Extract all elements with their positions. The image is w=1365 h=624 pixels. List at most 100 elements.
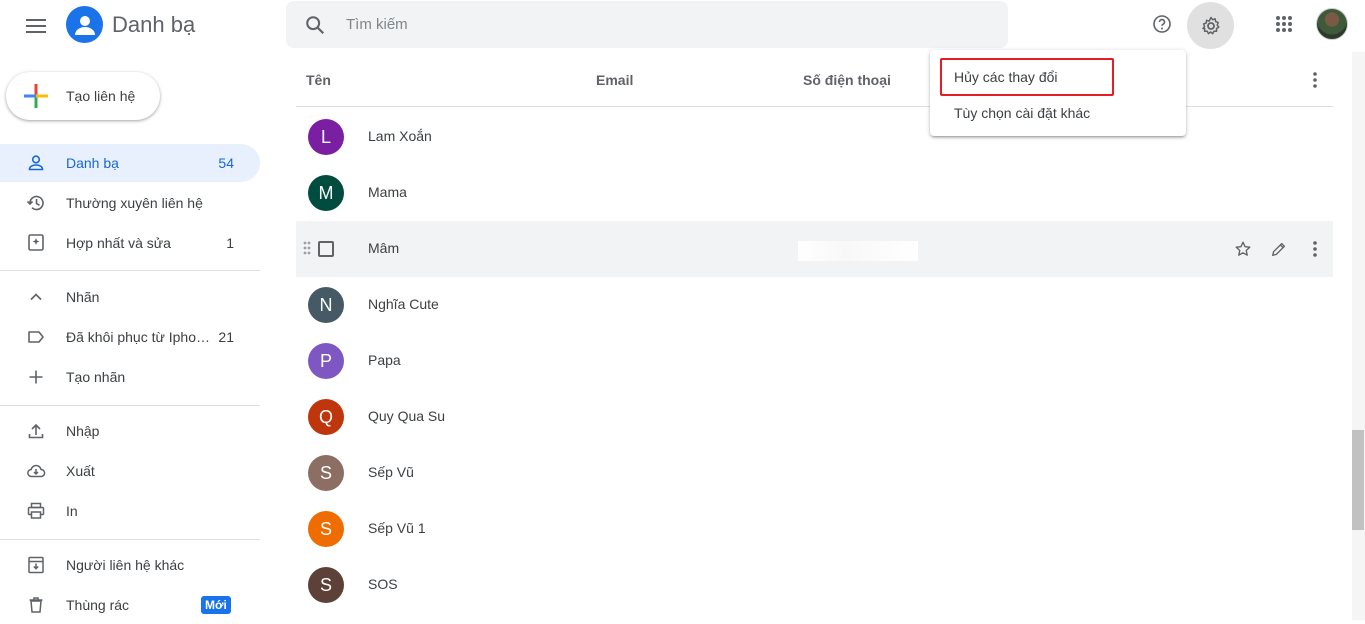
add-icon: [29, 370, 43, 384]
star-button[interactable]: [1231, 237, 1255, 261]
create-contact-button[interactable]: Tạo liên hệ: [6, 72, 160, 120]
table-row[interactable]: Q Quy Qua Su: [296, 389, 1333, 445]
menu-item-more-settings[interactable]: Tùy chọn cài đặt khác: [930, 96, 1186, 130]
sidebar-item-label: Thường xuyên liên hệ: [66, 195, 203, 211]
create-contact-label: Tạo liên hệ: [66, 88, 136, 104]
drag-handle-icon[interactable]: [303, 241, 311, 255]
contact-avatar: Q: [308, 399, 344, 435]
archive-icon: [28, 556, 44, 574]
edit-button[interactable]: [1267, 237, 1291, 261]
row-more-button[interactable]: [1303, 237, 1327, 261]
sidebar-item-frequent[interactable]: Thường xuyên liên hệ: [0, 184, 260, 222]
contact-avatar: M: [308, 175, 344, 211]
contact-name: Nghĩa Cute: [368, 296, 439, 312]
sidebar-item-merge-fix[interactable]: Hợp nhất và sửa 1: [0, 224, 260, 262]
sidebar-divider: [0, 405, 260, 406]
menu-item-label: Tùy chọn cài đặt khác: [954, 105, 1091, 121]
table-row[interactable]: S Sếp Vũ: [296, 445, 1333, 501]
table-row[interactable]: Mâm: [296, 221, 1333, 277]
search-icon[interactable]: [304, 14, 326, 36]
contact-name: Mâm: [368, 240, 400, 256]
label-icon: [28, 331, 44, 343]
sidebar-item-export[interactable]: Xuất: [0, 452, 260, 490]
table-row[interactable]: S SOS: [296, 557, 1333, 613]
sidebar-item-label: Tạo nhãn: [66, 369, 126, 385]
help-button[interactable]: [1146, 8, 1178, 40]
trash-icon: [29, 597, 43, 613]
sidebar-item-label: Nhãn: [66, 289, 100, 305]
contact-name: Sếp Vũ 1: [368, 520, 426, 536]
print-icon: [27, 502, 45, 519]
list-more-options-button[interactable]: [1303, 68, 1327, 92]
apps-button[interactable]: [1268, 8, 1300, 40]
contact-name: SOS: [368, 576, 398, 592]
menu-item-undo-changes[interactable]: Hủy các thay đổi: [930, 60, 1186, 94]
sidebar-item-print[interactable]: In: [0, 492, 260, 530]
sidebar-divider: [0, 270, 260, 271]
contact-avatar: L: [308, 119, 344, 155]
sidebar-item-contacts[interactable]: Danh bạ 54: [0, 144, 260, 182]
contact-name: Quy Qua Su: [368, 408, 446, 424]
scrollbar-thumb[interactable]: [1352, 430, 1364, 530]
upload-icon: [28, 423, 44, 439]
contact-name: Mama: [368, 184, 407, 200]
column-header-phone[interactable]: Số điện thoại: [803, 72, 891, 88]
contact-avatar: S: [308, 511, 344, 547]
account-avatar[interactable]: [1316, 8, 1348, 40]
main-menu-button[interactable]: [20, 10, 52, 42]
sidebar-item-create-label[interactable]: Tạo nhãn: [0, 358, 260, 396]
sidebar-item-labels-toggle[interactable]: Nhãn: [0, 278, 260, 316]
table-row[interactable]: M Mama: [296, 165, 1333, 221]
contact-avatar: N: [308, 287, 344, 323]
cloud-download-icon: [27, 464, 46, 478]
sidebar-item-label: Người liên hệ khác: [66, 557, 185, 573]
scrollbar-track[interactable]: [1352, 52, 1365, 620]
merge-count: 1: [226, 235, 234, 251]
contact-avatar: S: [308, 455, 344, 491]
sidebar-item-label: Danh bạ: [66, 155, 119, 171]
plus-icon: [24, 84, 48, 108]
table-row[interactable]: N Nghĩa Cute: [296, 277, 1333, 333]
sidebar-item-label: Nhập: [66, 423, 100, 439]
sidebar-item-label: Đã khôi phục từ Ipho…: [66, 329, 211, 345]
top-bar: Danh bạ: [0, 0, 1365, 52]
column-header-name[interactable]: Tên: [306, 72, 331, 88]
label-count: 21: [218, 329, 234, 345]
redacted-phone: [798, 241, 918, 261]
sidebar-item-label: In: [66, 503, 78, 519]
app-title[interactable]: Danh bạ: [112, 11, 195, 39]
sidebar-item-import[interactable]: Nhập: [0, 412, 260, 450]
table-row[interactable]: P Papa: [296, 333, 1333, 389]
more-vert-icon: [1313, 241, 1317, 257]
column-header-email[interactable]: Email: [596, 72, 633, 88]
sidebar-item-label: Xuất: [66, 463, 95, 479]
sidebar-item-label: Thùng rác: [66, 597, 130, 613]
help-icon: [1153, 15, 1171, 33]
settings-menu: Hủy các thay đổi Tùy chọn cài đặt khác: [930, 50, 1186, 136]
contact-avatar: P: [308, 343, 344, 379]
hamburger-menu-icon: [26, 19, 46, 33]
contacts-logo-icon[interactable]: [66, 6, 103, 43]
table-row[interactable]: S Sếp Vũ 1: [296, 501, 1333, 557]
more-vert-icon: [1313, 72, 1317, 88]
contact-avatar: S: [308, 567, 344, 603]
search-input[interactable]: [346, 1, 986, 48]
sidebar-item-other-contacts[interactable]: Người liên hệ khác: [0, 546, 260, 584]
settings-button[interactable]: [1187, 2, 1234, 49]
merge-icon: [28, 234, 44, 251]
apps-grid-icon: [1276, 16, 1292, 32]
contact-name: Papa: [368, 352, 401, 368]
pencil-icon: [1272, 242, 1286, 256]
new-badge: Mới: [201, 596, 231, 614]
person-icon: [28, 155, 44, 171]
row-checkbox[interactable]: [318, 241, 334, 257]
star-icon: [1235, 241, 1251, 256]
history-icon: [26, 195, 44, 211]
sidebar-divider: [0, 539, 260, 540]
contact-name: Lam Xoắn: [368, 128, 432, 144]
sidebar-item-label: Hợp nhất và sửa: [66, 235, 171, 251]
sidebar-item-label-restored[interactable]: Đã khôi phục từ Ipho… 21: [0, 318, 260, 356]
sidebar-item-trash[interactable]: Thùng rác Mới: [0, 586, 260, 624]
contact-name: Sếp Vũ: [368, 464, 414, 480]
gear-icon: [1201, 16, 1220, 34]
